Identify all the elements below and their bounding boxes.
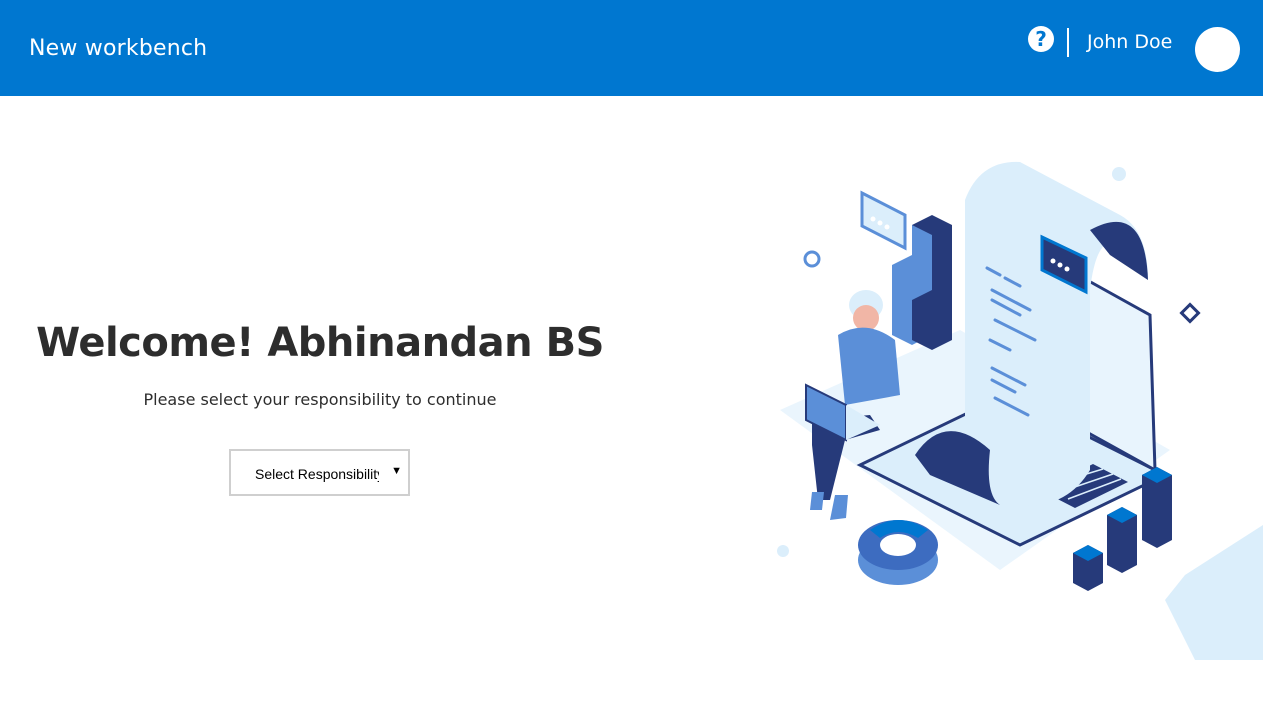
workbench-illustration [777, 161, 1263, 660]
avatar[interactable] [1195, 27, 1240, 72]
question-circle-icon[interactable]: ? [1028, 26, 1054, 52]
top-header-bar: New workbench ? John Doe [0, 0, 1263, 96]
app-title: New workbench [29, 36, 208, 61]
responsibility-select-value: Select Responsibility [255, 466, 379, 482]
responsibility-select[interactable]: Select Responsibility ▼ [229, 449, 410, 496]
subtitle-text: Please select your responsibility to con… [143, 390, 497, 409]
header-divider [1067, 28, 1069, 57]
welcome-heading: Welcome! Abhinandan BS [36, 320, 604, 366]
chevron-down-icon: ▼ [391, 465, 402, 477]
user-name[interactable]: John Doe [1087, 31, 1172, 53]
